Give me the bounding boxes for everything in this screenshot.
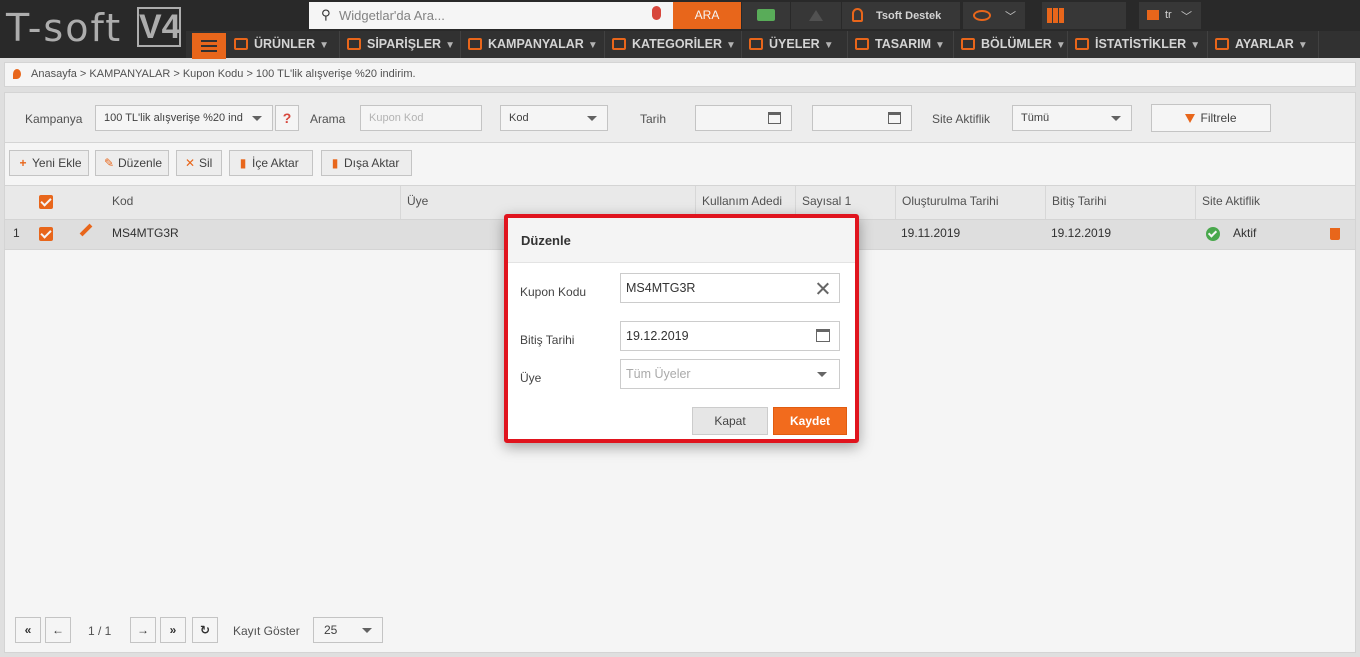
save-button[interactable]: Kaydet — [773, 407, 847, 435]
clear-icon[interactable] — [817, 282, 829, 294]
uye-label: Üye — [520, 371, 542, 385]
kupon-kodu-label: Kupon Kodu — [520, 285, 587, 299]
bitis-tarihi-label: Bitiş Tarihi — [520, 333, 575, 347]
modal-header: Düzenle — [508, 218, 855, 263]
calendar-icon[interactable] — [816, 329, 830, 342]
caret-down-icon — [817, 372, 827, 377]
uye-select[interactable]: Tüm Üyeler — [620, 359, 840, 389]
kupon-kodu-input[interactable]: MS4MTG3R — [620, 273, 840, 303]
close-button[interactable]: Kapat — [692, 407, 768, 435]
edit-modal: Düzenle Kupon Kodu MS4MTG3R Bitiş Tarihi… — [504, 214, 859, 443]
modal-title: Düzenle — [521, 233, 571, 248]
bitis-tarihi-input[interactable]: 19.12.2019 — [620, 321, 840, 351]
